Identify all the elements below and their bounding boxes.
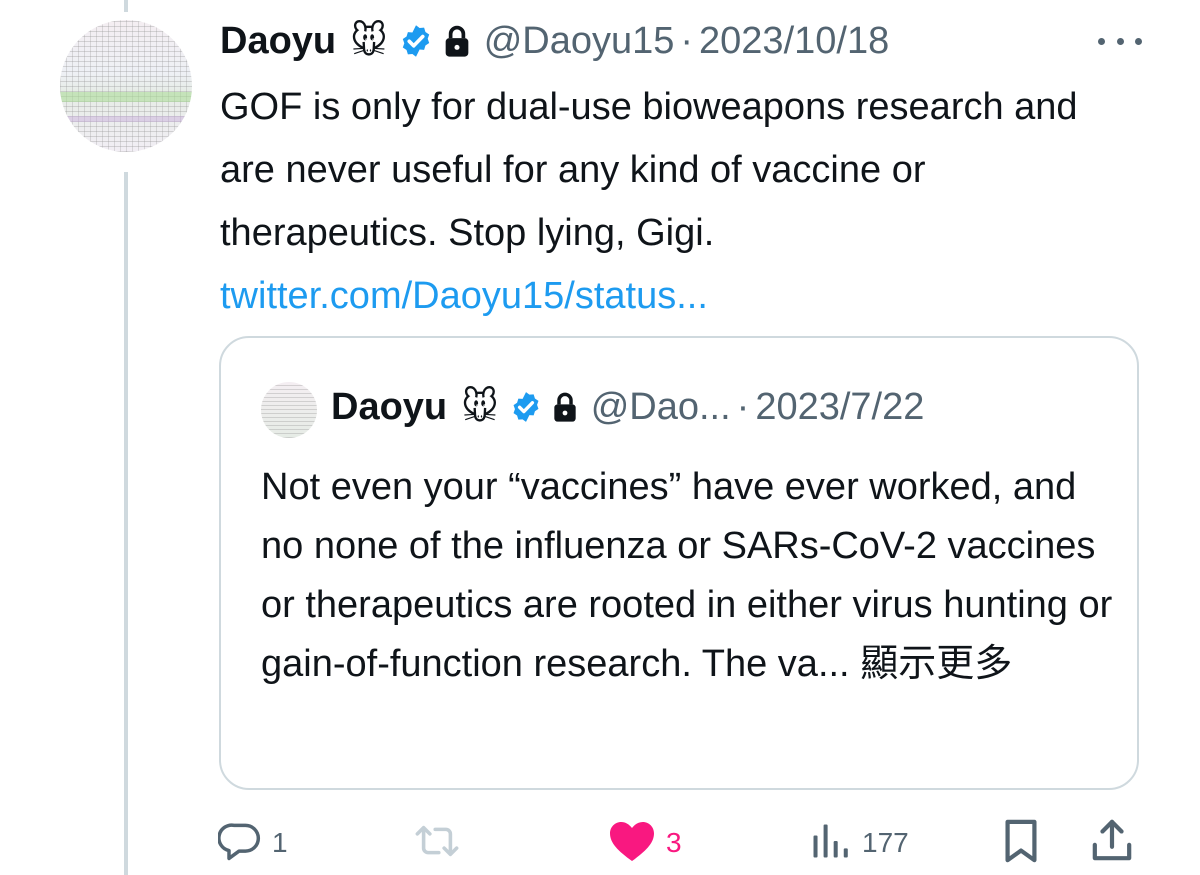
quoted-handle: @Dao... (590, 385, 731, 428)
action-bar: 1 3 177 (217, 815, 1148, 871)
quoted-body: Not even your “vaccines” have ever worke… (261, 458, 1121, 694)
reply-icon (217, 819, 262, 868)
views-button[interactable]: 177 (808, 815, 909, 871)
quoted-tweet[interactable]: Daoyu 🐭 @Dao... · 2023/7/22 Not even you… (219, 336, 1139, 790)
lock-icon (442, 24, 472, 58)
retweet-icon (412, 819, 462, 868)
reply-button[interactable]: 1 (217, 815, 288, 871)
bookmark-button[interactable] (1001, 815, 1041, 871)
avatar[interactable] (60, 20, 192, 152)
like-icon (608, 819, 656, 868)
separator-dot: · (736, 385, 750, 428)
verified-badge-icon (398, 23, 434, 59)
like-button[interactable]: 3 (608, 815, 682, 871)
like-count: 3 (666, 827, 682, 858)
share-button[interactable] (1091, 815, 1133, 871)
share-icon (1091, 818, 1133, 869)
tweet-body: GOF is only for dual-use bioweapons rese… (220, 76, 1140, 328)
view-count: 177 (862, 827, 909, 858)
lock-icon (551, 391, 579, 423)
thread-line-top (124, 0, 128, 12)
views-icon (808, 819, 852, 868)
quoted-date: 2023/7/22 (755, 385, 925, 428)
quoted-author-name: Daoyu (331, 385, 448, 428)
bookmark-icon (1001, 818, 1041, 869)
tweet-text: GOF is only for dual-use bioweapons rese… (220, 86, 1078, 254)
author-handle[interactable]: @Daoyu15 (484, 20, 675, 63)
mouse-emoji: 🐭 (350, 20, 388, 61)
show-more-link[interactable]: 顯示更多 (860, 643, 1012, 685)
tweet-header: Daoyu 🐭 @Daoyu15 · 2023/10/18 (220, 16, 889, 66)
verified-badge-icon (509, 390, 543, 424)
author-name[interactable]: Daoyu (220, 20, 336, 63)
reply-count: 1 (272, 827, 288, 858)
quoted-header: Daoyu 🐭 @Dao... · 2023/7/22 (331, 380, 924, 434)
quoted-avatar[interactable] (261, 382, 317, 438)
tweet-date[interactable]: 2023/10/18 (699, 20, 889, 63)
separator-dot: · (680, 19, 694, 62)
thread-line (124, 172, 128, 875)
retweet-button[interactable] (412, 815, 472, 871)
mouse-emoji: 🐭 (461, 386, 499, 427)
tweet-link[interactable]: twitter.com/Daoyu15/status... (220, 265, 1140, 328)
more-icon[interactable] (1098, 26, 1142, 56)
